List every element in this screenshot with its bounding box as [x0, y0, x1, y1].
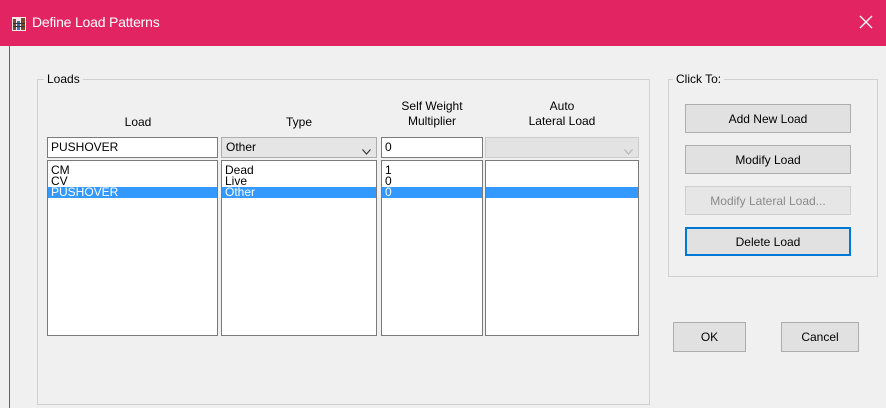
load-list-item[interactable]: CM [48, 164, 217, 176]
load-list[interactable]: CM CV PUSHOVER [47, 160, 218, 336]
type-dropdown[interactable]: Other [221, 137, 377, 158]
type-column-header: Type [285, 115, 312, 129]
multiplier-list-item-selected[interactable]: 0 [382, 186, 482, 198]
multiplier-list-item[interactable]: 0 [382, 175, 482, 187]
auto-lateral-list-item[interactable] [486, 176, 638, 187]
cancel-button[interactable]: Cancel [781, 322, 859, 352]
building-icon [12, 17, 26, 31]
auto-lateral-list-item[interactable] [486, 165, 638, 176]
ok-button[interactable]: OK [673, 322, 746, 352]
self-weight-input[interactable]: 0 [381, 137, 483, 158]
self-weight-header-line1: Self Weight [401, 99, 463, 113]
load-list-item-selected[interactable]: PUSHOVER [48, 186, 217, 198]
loads-legend: Loads [44, 72, 83, 86]
click-to-legend: Click To: [673, 72, 725, 86]
add-new-load-button[interactable]: Add New Load [685, 104, 851, 133]
chevron-down-icon [624, 144, 633, 155]
modify-lateral-load-button: Modify Lateral Load... [685, 186, 851, 215]
load-column-header: Load [124, 115, 152, 129]
close-icon [859, 15, 873, 32]
loads-group: Loads Load Type Self Weight Multiplier A… [37, 72, 650, 405]
auto-lateral-list-item-selected[interactable] [486, 187, 638, 198]
chevron-down-icon [362, 144, 371, 155]
multiplier-list[interactable]: 1 0 0 [381, 160, 483, 336]
load-name-input[interactable]: PUSHOVER [47, 137, 218, 158]
close-button[interactable] [846, 0, 886, 46]
title-bar: Define Load Patterns [0, 0, 886, 46]
auto-lateral-list[interactable] [485, 160, 639, 336]
type-dropdown-value: Other [226, 140, 257, 154]
auto-lateral-dropdown [485, 137, 639, 158]
auto-lateral-header-line2: Lateral Load [528, 114, 596, 128]
type-list[interactable]: Dead Live Other [221, 160, 377, 336]
self-weight-header-line2: Multiplier [407, 114, 456, 128]
modify-load-button[interactable]: Modify Load [685, 145, 851, 174]
auto-lateral-header-line1: Auto [549, 99, 575, 113]
delete-load-button[interactable]: Delete Load [685, 227, 851, 256]
type-list-item-selected[interactable]: Other [222, 186, 376, 198]
window-title: Define Load Patterns [32, 14, 160, 30]
click-to-group: Click To: Add New Load Modify Load Modif… [668, 72, 878, 277]
multiplier-list-item[interactable]: 1 [382, 164, 482, 176]
dialog-body: Loads Load Type Self Weight Multiplier A… [10, 46, 886, 408]
